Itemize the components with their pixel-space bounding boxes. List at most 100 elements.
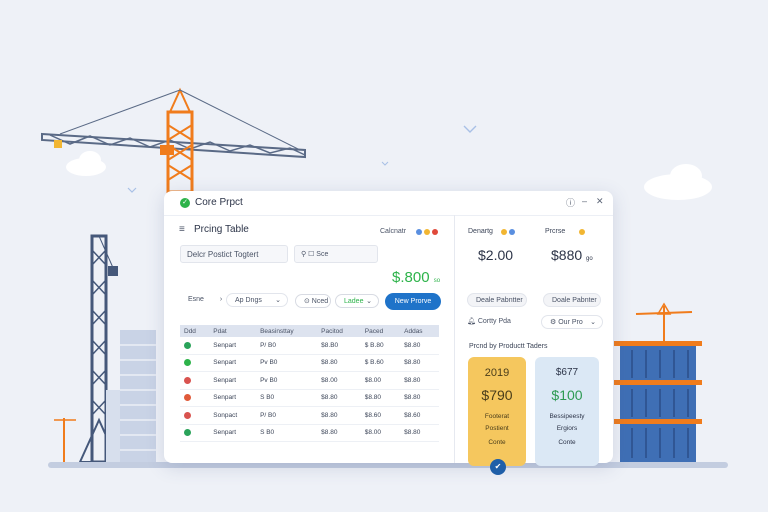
plan-card-top: $677 (555, 367, 579, 378)
table-cell: $8.80 (400, 424, 439, 442)
table-cell: Pv B0 (256, 354, 318, 372)
minimize-icon[interactable]: – (582, 196, 587, 206)
table-cell: $8.60 (400, 406, 439, 425)
gear-icon: ⚙ (550, 319, 557, 326)
help-icon[interactable]: ⓘ (566, 196, 575, 209)
product-field[interactable]: Delcr Postict Togtert (180, 245, 288, 263)
table-cell: P/ B0 (256, 406, 318, 425)
select-esne[interactable]: Esne › (180, 293, 224, 307)
plan-card-line: Postient (485, 425, 509, 432)
check-icon[interactable]: ✔ (490, 459, 506, 475)
new-product-button[interactable]: New Prorve (385, 293, 441, 310)
table-cell: $8.80 (360, 389, 401, 407)
country-select[interactable]: 🔔︎ Cortty Pda (465, 315, 531, 329)
table-cell: $8.00 (360, 424, 401, 442)
row-icon-cell (180, 389, 210, 407)
column-header[interactable]: Pdat (209, 325, 257, 337)
ladee-select[interactable]: Ladee ⌄ (335, 294, 379, 308)
table-row[interactable]: Senpart S B0 $8.80 $8.00 $8.80 (180, 424, 439, 442)
table-cell: $ B.60 (360, 354, 401, 372)
bird-icon (381, 161, 389, 166)
table-row[interactable]: Sonpact P/ B0 $8.80 $8.60 $8.60 (180, 406, 439, 425)
plan-card-line: Footerat (484, 413, 510, 420)
table-cell: Senpart (209, 371, 257, 390)
table-cell: S B0 (256, 424, 318, 442)
title-bar: ✓ Core Prpct ⓘ – ✕ (164, 191, 613, 216)
column-header[interactable]: Beasinsttay (256, 325, 318, 337)
plan-card-price: $790 (481, 387, 513, 403)
table-cell: Senpart (209, 354, 257, 372)
col2-price: $880 go (551, 247, 593, 263)
menu-icon[interactable]: ≡ (179, 224, 185, 235)
plan-card-line: Conte (558, 439, 576, 446)
plan-card-line: Bessipeesty (549, 413, 585, 420)
row-status-icon (184, 394, 191, 402)
table-cell: Pv B0 (256, 371, 318, 390)
table-cell: $8.00 (360, 371, 401, 390)
table-cell: $8.80 (400, 389, 439, 407)
pricing-table-panel: ≡ Prcing Table Calcnatr Delcr Postict To… (164, 215, 455, 463)
row-icon-cell (180, 337, 210, 355)
column-header[interactable]: Paced (360, 325, 401, 337)
table-row[interactable]: Senpart Pv B0 $8.80 $ B.60 $8.80 (180, 354, 439, 372)
table-row[interactable]: Senpart S B0 $8.80 $8.80 $8.80 (180, 389, 439, 407)
filter-field[interactable]: ⚲ ☐ Sce (294, 245, 378, 263)
column-header[interactable]: Ddd (180, 325, 210, 337)
status-dot-blue (509, 229, 515, 235)
row-icon-cell (180, 371, 210, 390)
plan-card-blue[interactable]: $677 $100 Bessipeesty Ergiors Conte (535, 357, 599, 466)
ladee-label: Ladee (344, 298, 364, 305)
col1-button[interactable]: Deale Pabntter (467, 293, 527, 307)
bird-icon (463, 125, 477, 133)
table-row[interactable]: Senpart P/ B0 $8.B0 $ B.80 $8.80 (180, 337, 439, 355)
table-cell: $8.00 (317, 371, 361, 390)
calculator-label: Calcnatr (380, 228, 407, 235)
table-cell: $8.80 (317, 389, 361, 407)
col2-label: Prcrse (545, 228, 566, 235)
row-status-icon (184, 411, 191, 419)
column-header[interactable]: Pacitod (317, 325, 361, 337)
row-status-icon (184, 429, 191, 437)
table-cell: $8.B0 (317, 337, 361, 355)
plan-card-yellow[interactable]: 2019 $790 Footerat Postient Conte ✔ (468, 357, 526, 475)
our-pro-label: Our Pro (558, 319, 583, 326)
status-dot-yellow (501, 229, 507, 235)
chevron-down-icon: ⌄ (366, 298, 372, 305)
table-row[interactable]: Senpart Pv B0 $8.00 $8.00 $8.80 (180, 371, 439, 390)
col2-button[interactable]: Doale Pabnter (543, 293, 601, 307)
table-cell: Senpart (209, 424, 257, 442)
row-status-icon (184, 376, 191, 384)
table-cell: $8.80 (400, 354, 439, 372)
app-logo-icon: ✓ (180, 198, 190, 208)
select-dngs-label: Ap Dngs (235, 297, 262, 304)
row-status-icon (184, 359, 191, 367)
table-cell: $8.60 (360, 406, 401, 425)
app-title: Core Prpct (195, 197, 243, 208)
page-title: Prcing Table (194, 224, 249, 235)
bird-icon (127, 187, 137, 193)
table-cell: $8.80 (317, 424, 361, 442)
col2-price-suffix: go (586, 256, 593, 262)
select-dngs[interactable]: Ap Dngs ⌄ (226, 293, 288, 307)
table-cell: Senpart (209, 389, 257, 407)
status-dot-yellow (579, 229, 585, 235)
building-icon (106, 330, 156, 464)
close-icon[interactable]: ✕ (596, 196, 604, 207)
chevron-right-icon: › (219, 296, 223, 303)
table-cell: Sonpact (209, 406, 257, 425)
plan-card-price: $100 (551, 387, 583, 403)
column-header[interactable]: Addas (400, 325, 439, 337)
country-select-label: Cortty Pda (477, 318, 511, 325)
col1-price: $2.00 (478, 247, 514, 263)
our-pro-select[interactable]: ⚙ Our Pro ⌄ (541, 315, 603, 329)
total-price-value: $.800 (392, 269, 430, 286)
small-crane-icon (54, 418, 76, 462)
table-cell: $8.80 (317, 354, 361, 372)
nced-button[interactable]: ⊙ Nced (295, 294, 331, 308)
summary-panel: Denartg $2.00 Deale Pabntter Prcrse $880… (457, 215, 613, 475)
col2-price-value: $880 (551, 247, 583, 263)
plan-card-top: 2019 (484, 367, 510, 379)
app-window: ✓ Core Prpct ⓘ – ✕ ≡ Prcing Table Calcna… (164, 191, 613, 475)
plan-card-line: Conte (488, 439, 506, 446)
total-price: $.800 so (392, 269, 440, 286)
